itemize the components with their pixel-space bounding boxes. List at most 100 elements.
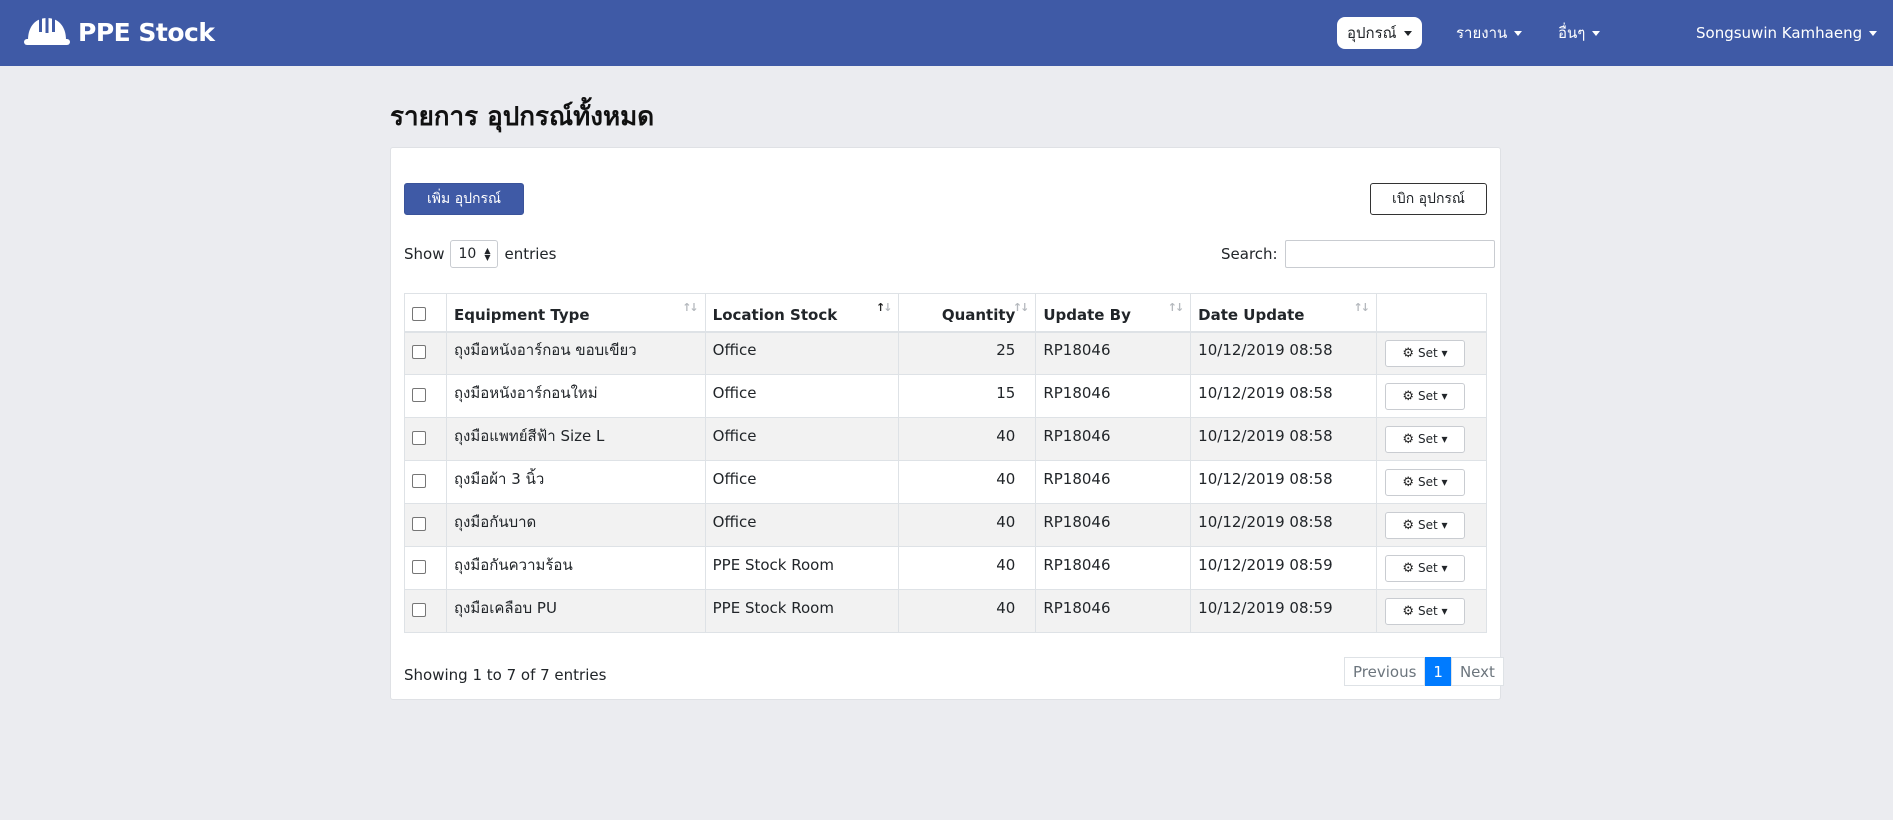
table-row: ถุงมือกันบาด Office 40 RP18046 10/12/201… bbox=[404, 503, 1488, 547]
sort-both-icon: ↑↓ bbox=[682, 301, 699, 314]
nav-other-dropdown[interactable]: อื่นๆ bbox=[1558, 17, 1601, 49]
cell-date-update: 10/12/2019 08:58 bbox=[1198, 341, 1333, 360]
cell-date-update: 10/12/2019 08:58 bbox=[1198, 384, 1333, 402]
table-header-row: Equipment Type ↑↓ Location Stock ↑↓ Quanti… bbox=[404, 293, 1488, 333]
table-row: ถุงมือหนังอาร์กอน ขอบเขียว Office 25 RP1… bbox=[404, 331, 1488, 375]
cell-equipment-type: ถุงมือกันความร้อน bbox=[453, 556, 573, 574]
cell-location: Office bbox=[712, 384, 757, 402]
header-label: Quantity bbox=[941, 306, 1016, 325]
cell-update-by: RP18046 bbox=[1043, 427, 1111, 445]
nav-other-label: อื่นๆ bbox=[1558, 24, 1586, 42]
header-update-by[interactable]: Update By ↑↓ bbox=[1035, 293, 1192, 333]
sort-both-icon: ↑↓ bbox=[1012, 301, 1030, 314]
set-dropdown-button[interactable]: ⚙ Set ▾ bbox=[1384, 511, 1465, 539]
withdraw-equipment-button[interactable]: เบิก อุปกรณ์ bbox=[1370, 183, 1487, 215]
cell-quantity: 40 bbox=[996, 513, 1016, 531]
sort-asc-icon: ↑↓ bbox=[875, 301, 893, 314]
cell-update-by: RP18046 bbox=[1043, 341, 1111, 360]
header-date-update[interactable]: Date Update ↑↓ bbox=[1190, 293, 1377, 333]
table-row: ถุงมือกันความร้อน PPE Stock Room 40 RP18… bbox=[404, 546, 1488, 590]
set-dropdown-button[interactable]: ⚙ Set ▾ bbox=[1384, 425, 1465, 453]
nav-user-name: Songsuwin Kamhaeng bbox=[1696, 24, 1863, 42]
header-equipment-type[interactable]: Equipment Type ↑↓ bbox=[445, 293, 706, 333]
set-label: Set ▾ bbox=[1418, 389, 1448, 403]
cell-equipment-type: ถุงมือผ้า 3 นิ้ว bbox=[453, 470, 545, 488]
row-checkbox[interactable] bbox=[412, 344, 426, 359]
gear-icon: ⚙ bbox=[1402, 603, 1415, 619]
cell-quantity: 40 bbox=[996, 599, 1016, 617]
row-checkbox[interactable] bbox=[412, 516, 426, 531]
search-input[interactable] bbox=[1284, 240, 1495, 268]
cell-date-update: 10/12/2019 08:59 bbox=[1198, 599, 1333, 617]
set-dropdown-button[interactable]: ⚙ Set ▾ bbox=[1384, 339, 1465, 367]
gear-icon: ⚙ bbox=[1402, 388, 1415, 404]
cell-update-by: RP18046 bbox=[1043, 513, 1111, 531]
cell-location: Office bbox=[712, 341, 757, 360]
caret-down-icon bbox=[1403, 31, 1412, 36]
brand[interactable]: PPE Stock bbox=[24, 12, 215, 52]
add-equipment-button[interactable]: เพิ่ม อุปกรณ์ bbox=[404, 183, 524, 215]
table-info: Showing 1 to 7 of 7 entries bbox=[404, 666, 607, 684]
cell-location: Office bbox=[712, 427, 757, 445]
gear-icon: ⚙ bbox=[1402, 517, 1415, 533]
header-location-stock[interactable]: Location Stock ↑↓ bbox=[704, 293, 900, 333]
sort-both-icon: ↑↓ bbox=[1167, 301, 1185, 314]
header-select-all bbox=[404, 293, 447, 333]
cell-date-update: 10/12/2019 08:59 bbox=[1198, 556, 1333, 574]
cell-quantity: 40 bbox=[996, 470, 1016, 488]
header-label: Update By bbox=[1043, 306, 1131, 325]
row-checkbox[interactable] bbox=[412, 430, 426, 445]
pagination: Previous 1 Next bbox=[1344, 657, 1504, 686]
pagination-next[interactable]: Next bbox=[1450, 657, 1504, 686]
pagination-previous[interactable]: Previous bbox=[1344, 657, 1426, 686]
row-checkbox[interactable] bbox=[412, 473, 426, 488]
table-row: ถุงมือแพทย์สีฟ้า Size L Office 40 RP1804… bbox=[404, 417, 1488, 461]
cell-update-by: RP18046 bbox=[1043, 470, 1111, 488]
header-label: Location Stock bbox=[712, 306, 838, 325]
header-quantity[interactable]: Quantity ↑↓ bbox=[898, 293, 1037, 333]
set-dropdown-button[interactable]: ⚙ Set ▾ bbox=[1384, 382, 1465, 410]
set-label: Set ▾ bbox=[1418, 518, 1448, 532]
cell-location: PPE Stock Room bbox=[712, 599, 834, 617]
table-row: ถุงมือผ้า 3 นิ้ว Office 40 RP18046 10/12… bbox=[404, 460, 1488, 504]
set-label: Set ▾ bbox=[1418, 346, 1448, 361]
sort-both-icon: ↑↓ bbox=[1353, 301, 1371, 314]
row-checkbox[interactable] bbox=[412, 559, 426, 574]
entries-length-select[interactable]: 10 ▲ ▼ bbox=[450, 240, 499, 268]
set-dropdown-button[interactable]: ⚙ Set ▾ bbox=[1384, 554, 1465, 582]
nav-equipment-dropdown[interactable]: อุปกรณ์ bbox=[1337, 17, 1422, 49]
cell-quantity: 40 bbox=[996, 427, 1016, 445]
gear-icon: ⚙ bbox=[1402, 431, 1415, 447]
equipment-card: เพิ่ม อุปกรณ์ เบิก อุปกรณ์ Show 10 ▲ ▼ en… bbox=[390, 147, 1504, 700]
cell-location: Office bbox=[712, 470, 757, 488]
cell-equipment-type: ถุงมือหนังอาร์กอน ขอบเขียว bbox=[453, 341, 637, 360]
select-all-checkbox[interactable] bbox=[412, 306, 426, 321]
search-label: Search: bbox=[1221, 245, 1278, 263]
brand-name: PPE Stock bbox=[78, 17, 215, 47]
set-label: Set ▾ bbox=[1418, 475, 1448, 489]
row-checkbox[interactable] bbox=[412, 602, 426, 617]
header-label: Date Update bbox=[1198, 306, 1305, 325]
cell-quantity: 40 bbox=[996, 556, 1016, 574]
show-label: Show bbox=[404, 245, 445, 263]
row-checkbox[interactable] bbox=[412, 387, 426, 402]
nav-user-dropdown[interactable]: Songsuwin Kamhaeng bbox=[1696, 17, 1878, 49]
hard-hat-icon bbox=[24, 12, 70, 52]
set-dropdown-button[interactable]: ⚙ Set ▾ bbox=[1384, 597, 1465, 625]
caret-down-icon bbox=[1869, 31, 1878, 36]
header-actions bbox=[1375, 293, 1488, 333]
cell-equipment-type: ถุงมือกันบาด bbox=[453, 513, 537, 531]
entries-length-value: 10 bbox=[458, 246, 477, 262]
cell-quantity: 15 bbox=[996, 384, 1016, 402]
set-dropdown-button[interactable]: ⚙ Set ▾ bbox=[1384, 468, 1465, 496]
cell-update-by: RP18046 bbox=[1043, 384, 1111, 402]
set-label: Set ▾ bbox=[1418, 432, 1448, 446]
pagination-page-1[interactable]: 1 bbox=[1425, 657, 1451, 686]
entries-length-control: Show 10 ▲ ▼ entries bbox=[404, 240, 556, 268]
table-row: ถุงมือเคลือบ PU PPE Stock Room 40 RP1804… bbox=[404, 589, 1488, 633]
nav-report-dropdown[interactable]: รายงาน bbox=[1456, 17, 1523, 49]
table-row: ถุงมือหนังอาร์กอนใหม่ Office 15 RP18046 … bbox=[404, 374, 1488, 418]
equipment-table: Equipment Type ↑↓ Location Stock ↑↓ Quanti… bbox=[404, 293, 1488, 633]
gear-icon: ⚙ bbox=[1402, 474, 1415, 490]
gear-icon: ⚙ bbox=[1402, 560, 1415, 576]
